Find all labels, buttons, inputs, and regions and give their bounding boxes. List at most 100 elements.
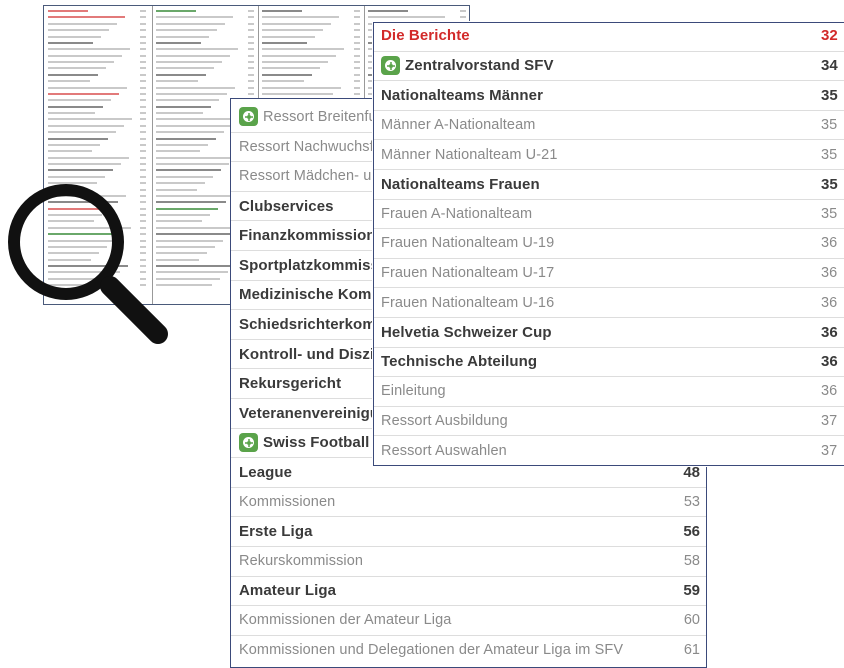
- toc-entry[interactable]: Kommissionen 53: [231, 486, 706, 517]
- toc-entry-title: Nationalteams Männer: [381, 86, 544, 104]
- toc-entry-title: Helvetia Schweizer Cup: [381, 323, 552, 341]
- thumbnail-line: [262, 47, 360, 52]
- toc-entry-page-number: 35: [821, 175, 838, 193]
- thumbnail-line: [48, 149, 146, 154]
- toc-entry[interactable]: Erste Liga 56: [231, 516, 706, 546]
- thumbnail-line: [156, 22, 254, 27]
- toc-entry[interactable]: Frauen Nationalteam U-16 36: [374, 287, 844, 317]
- thumbnail-line: [262, 35, 360, 40]
- thumbnail-line: [262, 15, 360, 20]
- toc-entry-title: Ressort Ausbildung: [381, 413, 508, 430]
- thumbnail-line: [48, 105, 146, 110]
- thumbnail-line: [262, 86, 360, 91]
- toc-entry-title: Frauen Nationalteam U-17: [381, 265, 555, 282]
- toc-entry-page-number: 36: [821, 235, 838, 252]
- toc-entry[interactable]: Ressort Auswahlen 37: [374, 435, 844, 465]
- thumbnail-line: [48, 66, 146, 71]
- football-logo-icon: [239, 107, 258, 127]
- toc-entry[interactable]: Kommissionen der Amateur Liga 60: [231, 605, 706, 635]
- thumbnail-column-3: [262, 9, 360, 105]
- toc-entry[interactable]: Einleitung 36: [374, 376, 844, 406]
- toc-entry-page-number: 37: [821, 413, 838, 430]
- toc-entry-title: Kommissionen der Amateur Liga: [239, 612, 452, 629]
- toc-entry[interactable]: Frauen Nationalteam U-17 36: [374, 257, 844, 288]
- magnifying-glass-icon: [8, 184, 168, 344]
- thumbnail-line: [48, 73, 146, 78]
- thumbnail-line: [156, 73, 254, 78]
- thumbnail-line: [156, 60, 254, 65]
- toc-entry-page-number: 59: [683, 582, 700, 600]
- toc-entry[interactable]: Nationalteams Männer 35: [374, 80, 844, 110]
- thumbnail-line: [156, 79, 254, 84]
- thumbnail-line: [156, 35, 254, 40]
- thumbnail-line: [48, 28, 146, 33]
- thumbnail-line: [48, 111, 146, 116]
- toc-entry[interactable]: Zentralvorstand SFV 34: [374, 50, 844, 81]
- toc-entry-page-number: 36: [821, 353, 838, 371]
- thumbnail-line: [48, 47, 146, 52]
- thumbnail-line: [156, 9, 254, 14]
- toc-entry[interactable]: Männer Nationalteam U-21 35: [374, 139, 844, 169]
- thumbnail-line: [48, 143, 146, 148]
- toc-entry[interactable]: Nationalteams Frauen 35: [374, 169, 844, 199]
- toc-entry-page-number: 61: [683, 642, 700, 659]
- toc-entry-title: Rekursgericht: [239, 375, 342, 393]
- toc-entry-page-number: 36: [821, 383, 838, 400]
- thumbnail-line: [262, 54, 360, 59]
- thumbnail-line: [262, 60, 360, 65]
- toc-entry-page-number: 56: [683, 523, 700, 541]
- toc-entry[interactable]: Ressort Ausbildung 37: [374, 405, 844, 436]
- toc-entry[interactable]: Helvetia Schweizer Cup 36: [374, 317, 844, 347]
- thumbnail-line: [48, 41, 146, 46]
- toc-entry[interactable]: Männer A-Nationalteam 35: [374, 109, 844, 140]
- thumbnail-line: [156, 66, 254, 71]
- toc-entry-title: Kommissionen und Delegationen der Amateu…: [239, 642, 624, 659]
- thumbnail-line: [48, 86, 146, 91]
- toc-entry[interactable]: Frauen Nationalteam U-19 36: [374, 228, 844, 258]
- thumbnail-line: [262, 66, 360, 71]
- toc-entry-page-number: 35: [821, 205, 838, 222]
- toc-entry-page-number: 35: [821, 117, 838, 134]
- toc-entry-page-number: 37: [821, 442, 838, 459]
- toc-entry-page-number: 36: [821, 323, 838, 341]
- toc-entry-page-number: 32: [821, 27, 838, 45]
- thumbnail-line: [156, 15, 254, 20]
- thumbnail-line: [48, 35, 146, 40]
- thumbnail-line: [156, 54, 254, 59]
- thumbnail-line: [368, 9, 466, 14]
- toc-entry-title: Frauen A-Nationalteam: [381, 205, 533, 222]
- thumbnail-line: [262, 28, 360, 33]
- thumbnail-line: [262, 41, 360, 46]
- thumbnail-line: [48, 117, 146, 122]
- toc-entry-page-number: 60: [683, 612, 700, 629]
- toc-entry-page-number: 58: [683, 553, 700, 570]
- toc-entry[interactable]: Frauen A-Nationalteam 35: [374, 198, 844, 229]
- football-logo-icon: [381, 56, 400, 76]
- toc-entry[interactable]: Kommissionen und Delegationen der Amateu…: [231, 634, 706, 665]
- toc-entry[interactable]: Amateur Liga 59: [231, 575, 706, 606]
- toc-entry-title: Die Berichte: [381, 27, 470, 45]
- thumbnail-line: [48, 137, 146, 142]
- toc-entry-title: Ressort Auswahlen: [381, 442, 507, 459]
- thumbnail-line: [156, 92, 254, 97]
- football-logo-icon: [239, 433, 258, 453]
- toc-entry-title: Nationalteams Frauen: [381, 175, 540, 193]
- thumbnail-line: [48, 79, 146, 84]
- toc-entry-title: Rekurskommission: [239, 553, 364, 570]
- thumbnail-line: [262, 9, 360, 14]
- thumbnail-line: [156, 47, 254, 52]
- toc-entry-title: Erste Liga: [239, 523, 313, 541]
- toc-entry-title: Frauen Nationalteam U-16: [381, 294, 555, 311]
- thumbnail-line: [368, 15, 466, 20]
- toc-entry-title: Männer A-Nationalteam: [381, 117, 536, 134]
- toc-entry[interactable]: Die Berichte 32: [374, 23, 844, 51]
- toc-entry-title: Einleitung: [381, 383, 446, 400]
- thumbnail-line: [262, 92, 360, 97]
- toc-entry-title: League: [239, 463, 293, 481]
- toc-entry-title: Kommissionen: [239, 494, 336, 511]
- toc-entry-title: Männer Nationalteam U-21: [381, 146, 558, 163]
- thumbnail-line: [156, 86, 254, 91]
- toc-entry[interactable]: Technische Abteilung 36: [374, 346, 844, 377]
- thumbnail-line: [48, 15, 146, 20]
- toc-entry[interactable]: Rekurskommission 58: [231, 546, 706, 576]
